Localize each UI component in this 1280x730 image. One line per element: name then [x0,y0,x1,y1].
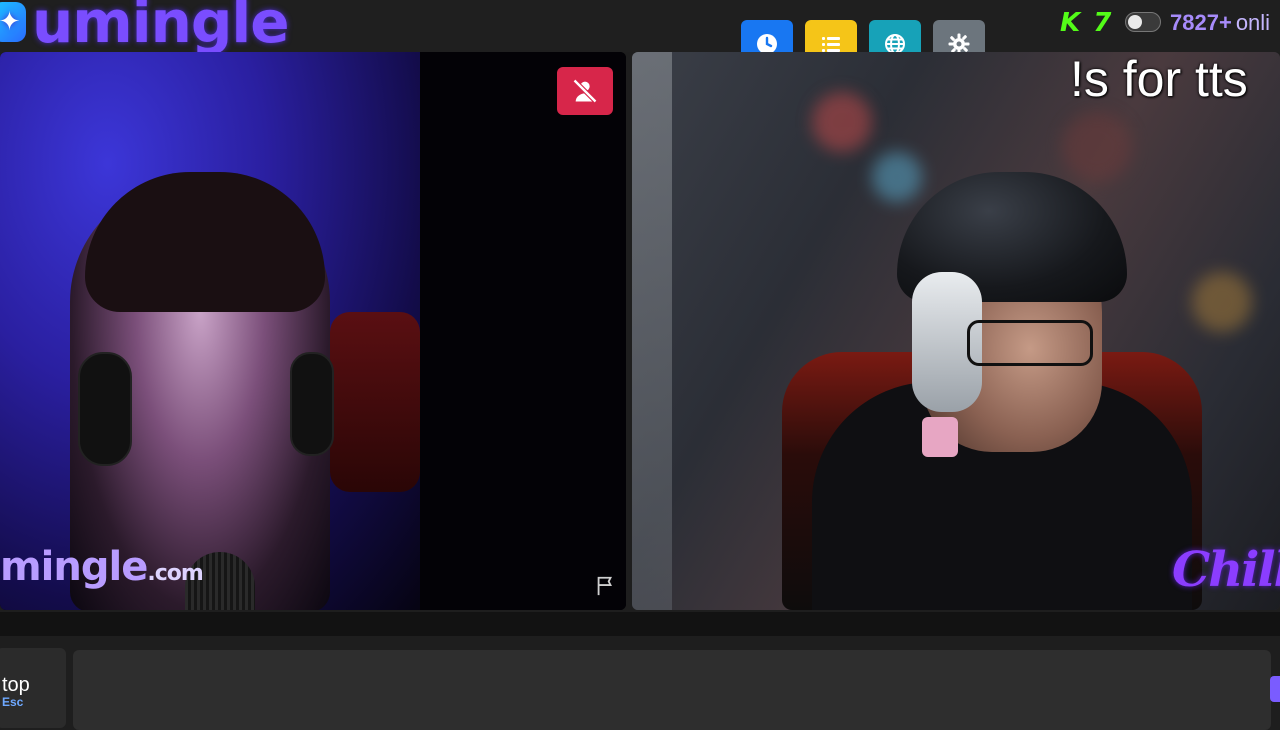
site-logo[interactable]: ✦ umingle [0,0,290,56]
online-count: 7827+ onli [1170,10,1270,36]
headphone [78,352,132,466]
online-count-number: 7827 [1170,10,1219,35]
logo-text: umingle [32,0,290,56]
headphone [290,352,334,456]
mute-video-button[interactable] [557,67,613,115]
stream-logo: Chill [1172,542,1280,598]
glasses [967,320,1093,366]
user-slash-icon [572,78,598,104]
bokeh-light [872,152,922,202]
chat-bubble-logo-icon: ✦ [0,2,26,42]
watermark-text: mingle [0,544,148,590]
side-action-button[interactable] [1270,676,1280,702]
watermark-suffix: .com [147,561,203,586]
remote-video-panel: Chill [632,52,1280,610]
online-count-plus: + [1218,10,1232,35]
stop-shortcut-label: Esc [2,695,24,709]
flag-icon[interactable] [594,575,616,597]
window-light [632,52,672,610]
bokeh-light [812,92,872,152]
local-video-panel: mingle.com [0,52,626,610]
bokeh-light [1192,272,1252,332]
lock-charm [922,417,958,457]
bokeh-light [1062,112,1132,182]
toggle-switch[interactable] [1125,12,1161,32]
chat-message-area[interactable] [73,650,1271,730]
video-watermark: mingle.com [0,544,204,590]
stream-overlay-text: !s for tts [1070,51,1248,107]
kick-logo: K 7 [1060,8,1114,38]
chair [330,312,420,492]
stop-button-label: top [2,674,30,696]
online-label: onli [1235,10,1271,35]
divider-bar [0,612,1280,636]
video-shadow [420,52,626,610]
